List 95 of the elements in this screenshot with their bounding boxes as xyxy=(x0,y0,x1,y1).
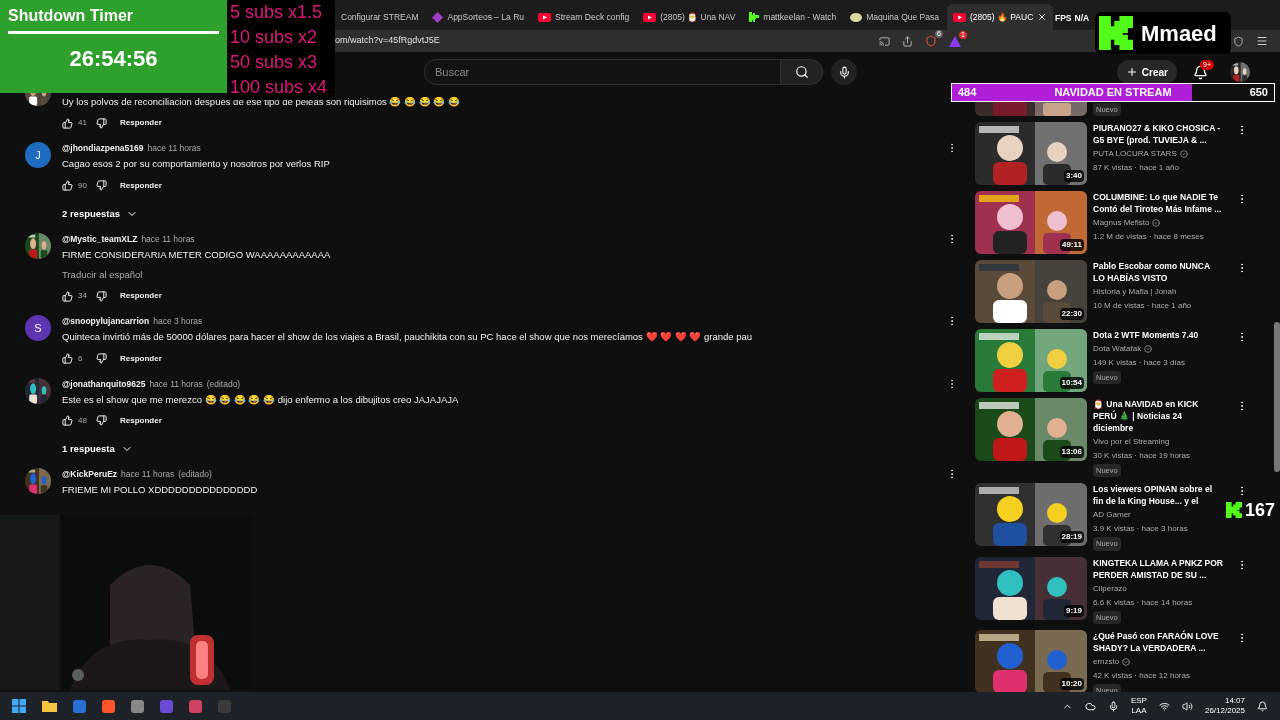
comment-text: Este es el show que me merezco 😂 😂 😂 😂 😂 dijo enfermo a los dibujitos creo JAJAJAJA xyxy=(62,392,460,407)
video-title[interactable]: Pablo Escobar como NUNCA LO HABÍAS VISTO xyxy=(1093,260,1223,284)
duration-badge: 10:54 xyxy=(1059,377,1084,389)
browser-tab[interactable]: (2805) 🔥 PAUC xyxy=(947,4,1054,30)
comment-time[interactable]: hace 11 horas xyxy=(121,468,175,481)
url-field[interactable]: om/watch?v=45fRgdvtJ5E xyxy=(335,34,440,48)
replies-toggle[interactable]: 2 respuestas xyxy=(62,206,139,221)
comment-time[interactable]: hace 3 horas xyxy=(153,315,203,329)
tab-title: (2805) 🎅 Una NAV xyxy=(660,10,736,24)
viewer-count: 167 xyxy=(1245,500,1276,520)
reply-button[interactable]: Responder xyxy=(120,414,162,427)
fps-label: FPS xyxy=(1055,12,1072,25)
comment-author[interactable]: @jonathanquito9625 xyxy=(62,377,146,391)
duration-badge: 13:06 xyxy=(1059,446,1084,458)
tab-title: (2805) 🔥 PAUC xyxy=(970,10,1034,24)
tab-title: Stream Deck config xyxy=(555,10,630,24)
clock-date[interactable]: 26/12/2025 xyxy=(1204,706,1245,716)
comment-author[interactable]: @snoopylujancarrion xyxy=(62,315,150,329)
like-count: 48 xyxy=(78,414,88,427)
edited-label: (editado) xyxy=(206,377,241,391)
video-title[interactable]: PIURANO27 & KIKO CHOSICA - G5 BYE (prod. TUVIEJA & ... xyxy=(1093,122,1223,146)
video-title[interactable]: COLUMBINE: Lo que NADIE Te Contó del Tiroteo Más Infame ... xyxy=(1093,191,1223,215)
browser-tab[interactable]: (2805) 🎅 Una NAV xyxy=(637,4,742,30)
video-stats: 149 K vistas · hace 3 días xyxy=(1093,357,1187,369)
video-title[interactable]: KINGTEKA LLAMA A PNKZ POR PERDER AMISTAD DE SU ... xyxy=(1093,556,1223,581)
goal-title: NAVIDAD EN STREAM xyxy=(1054,85,1172,101)
comment-author[interactable]: @Mystic_teamXLZ xyxy=(62,232,138,246)
tab-title: Maquina Que Pasa xyxy=(866,10,939,24)
video-stats: 87 K vistas · hace 1 año xyxy=(1093,162,1180,174)
channel-name[interactable]: ernzsto xyxy=(1093,655,1120,668)
edited-label: (editado) xyxy=(178,468,212,481)
reply-button[interactable]: Responder xyxy=(120,290,162,303)
comment-author[interactable]: @KickPeruEz xyxy=(62,468,118,481)
channel-name[interactable]: Cliperazo xyxy=(1093,582,1127,595)
browser-tab[interactable]: AppSorteos – La Ru xyxy=(426,4,531,30)
comment-text: Quinteca invirtió más de 50000 dólares para hacer el show de los viajes a Brasil, pauchikita con su PC hace el show que nos merecíamos ❤ ❤ ❤ ❤ grande pau xyxy=(62,330,754,345)
subs-multiplier: 50 subs x3 xyxy=(230,51,319,74)
video-stats: 10 M de vistas · hace 1 año xyxy=(1093,300,1193,312)
video-stats: 42 K vistas · hace 12 horas xyxy=(1093,669,1191,682)
comment-author[interactable]: @jhondiazpena5169 xyxy=(62,142,144,156)
fps-value: N/A xyxy=(1074,12,1090,25)
channel-name[interactable]: Dota Watafak xyxy=(1093,343,1142,355)
browser-tab[interactable]: Stream Deck config xyxy=(532,4,636,30)
video-title[interactable]: Dota 2 WTF Moments 7.40 xyxy=(1093,329,1223,341)
tab-title: Configurar STREAM xyxy=(341,10,419,24)
comment-text: Cagao esos 2 por su comportamiento y nosotros por verlos RIP xyxy=(62,157,331,172)
reply-button[interactable]: Responder xyxy=(120,352,162,365)
goal-target: 650 xyxy=(1249,85,1268,101)
search-field[interactable]: Buscar xyxy=(424,59,781,85)
timer-value: 26:54:56 xyxy=(69,45,158,73)
like-count: 90 xyxy=(78,179,88,192)
subs-multiplier: 100 subs x4 xyxy=(230,76,329,99)
video-stats: 1.2 M de vistas · hace 8 meses xyxy=(1093,231,1205,243)
channel-name[interactable]: AD Gamer xyxy=(1093,509,1131,522)
tab-title: mattkeelan - Watch xyxy=(763,10,837,24)
browser-tab[interactable]: Configurar STREAM xyxy=(335,4,425,30)
tab-title: AppSorteos – La Ru xyxy=(447,10,525,24)
clock-time[interactable]: 14:07 xyxy=(1224,696,1245,706)
video-title[interactable]: ¿Qué Pasó con FARAÓN LOVE SHADY? La VERDADERA ... xyxy=(1093,629,1223,654)
channel-name[interactable]: Magnus Mefisto xyxy=(1093,217,1150,229)
goal-current: 484 xyxy=(958,85,977,101)
duration-badge: 22:30 xyxy=(1059,308,1084,320)
video-title[interactable]: Los viewers OPINAN sobre el fin de la King House... y el xyxy=(1093,483,1223,508)
subs-multiplier: 5 subs x1.5 xyxy=(230,1,324,24)
translate-link[interactable]: Traducir al español xyxy=(62,268,143,283)
browser-tab[interactable]: Maquina Que Pasa xyxy=(844,4,945,30)
timer-title: Shutdown Timer xyxy=(8,6,135,26)
like-count: 6 xyxy=(78,352,84,365)
duration-badge: 28:19 xyxy=(1059,531,1084,544)
channel-name[interactable]: PUTA LOCURA STARS xyxy=(1093,148,1177,160)
video-stats: 3.9 K vistas · hace 3 horas xyxy=(1093,523,1189,536)
channel-name[interactable]: Vivo por el Streaming xyxy=(1093,436,1170,448)
language-label[interactable]: ESP xyxy=(1130,696,1147,706)
like-count: 34 xyxy=(78,290,88,303)
reply-button[interactable]: Responder xyxy=(120,117,162,130)
comment-time[interactable]: hace 11 horas xyxy=(141,232,195,246)
duration-badge: 49:11 xyxy=(1059,239,1084,251)
like-count: 41 xyxy=(78,117,88,130)
reply-button[interactable]: Responder xyxy=(120,179,162,192)
comment-text: FIRME CONSIDERARIA METER CODIGO WAAAAAAAAAAAA xyxy=(62,247,332,262)
video-stats: 6.6 K vistas · hace 14 horas xyxy=(1093,596,1194,609)
comment-text: FRIEME MI POLLO XDDDDDDDDDDDDDDD xyxy=(62,483,259,497)
browser-tab[interactable]: mattkeelan - Watch xyxy=(743,4,843,30)
comment-time[interactable]: hace 11 horas xyxy=(147,142,201,156)
layout-label[interactable]: LAA xyxy=(1131,706,1147,716)
replies-toggle[interactable]: 1 respuesta xyxy=(62,441,133,456)
avatar[interactable]: J xyxy=(25,142,51,169)
channel-name[interactable]: Historia y Mafia | Jonah xyxy=(1093,286,1177,298)
video-title[interactable]: 🎅 Una NAVIDAD en KICK PERÚ 🎄 | Noticias 24 diciembre xyxy=(1093,398,1223,434)
avatar[interactable]: S xyxy=(25,315,51,342)
streamer-name: Mmaed xyxy=(1141,19,1217,48)
comment-time[interactable]: hace 11 horas xyxy=(149,377,203,391)
subs-multiplier: 10 subs x2 xyxy=(230,26,319,49)
create-button[interactable]: Crear xyxy=(1116,60,1177,84)
video-stats: 30 K vistas · hace 19 horas xyxy=(1093,450,1191,462)
